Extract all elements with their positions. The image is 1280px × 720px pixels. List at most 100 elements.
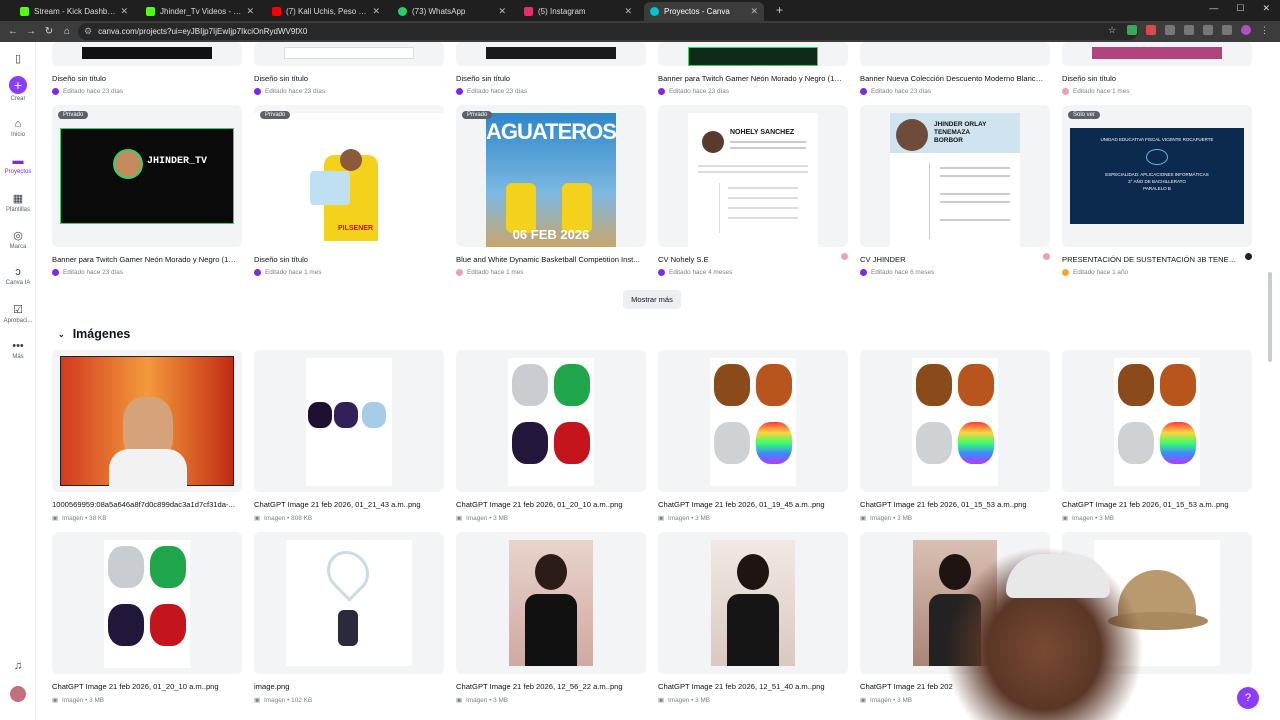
design-thumbnail[interactable] (860, 42, 1050, 66)
new-tab-button[interactable]: + (770, 2, 789, 21)
close-icon[interactable]: ✕ (498, 6, 506, 17)
browser-tab[interactable]: (5) Instagram ✕ (518, 2, 638, 21)
shared-icon (1043, 253, 1050, 260)
menu-icon[interactable]: ⋮ (1260, 25, 1270, 35)
image-thumbnail[interactable] (1062, 350, 1252, 492)
shared-icon (1245, 253, 1252, 260)
design-card[interactable]: Diseño sin título Editado hace 1 mes (1062, 42, 1252, 95)
design-thumbnail[interactable]: PILSENER Privado (254, 105, 444, 247)
image-card[interactable]: ChatGPT Image 21 feb 2026, 01_19_45 a.m.… (658, 350, 848, 522)
image-card[interactable]: ChatGPT Image 21 feb 2026, 12_56_22 a.m.… (456, 532, 646, 704)
image-card[interactable]: 1000569959:08a5a646a8f7d0c899dac3a1d7cf3… (52, 350, 242, 522)
image-card[interactable]: ChatGPT Image 21 feb 2026, 01_20_10 a.m.… (456, 350, 646, 522)
design-card[interactable]: Diseño sin título Editado hace 23 días (254, 42, 444, 95)
extension-icon[interactable] (1127, 25, 1137, 35)
close-icon[interactable]: ✕ (624, 6, 632, 17)
design-card[interactable]: Banner para Twitch Gamer Neón Morado y N… (658, 42, 848, 95)
sidebar-item-canva-ai[interactable]: ↄ Canva IA (0, 266, 36, 286)
home-icon[interactable]: ⌂ (58, 26, 76, 37)
image-thumbnail[interactable] (254, 532, 444, 674)
bell-icon: ♫ (13, 660, 23, 672)
design-thumbnail[interactable] (658, 42, 848, 66)
sidebar-item-home[interactable]: ⌂ Inicio (0, 118, 36, 138)
bookmark-icon[interactable]: ☆ (1108, 25, 1118, 35)
design-thumbnail[interactable] (456, 42, 646, 66)
browser-tab[interactable]: Jhinder_Tv Videos - Watch On✕ (140, 2, 260, 21)
help-button[interactable]: ? (1237, 687, 1259, 709)
sidebar-item-projects[interactable]: ▬ Proyectos (0, 155, 36, 175)
design-thumbnail[interactable] (52, 42, 242, 66)
team-icon (254, 88, 261, 95)
design-thumbnail[interactable]: JHINDER ORLAY TENEMAZA BORBOR (860, 105, 1050, 247)
image-card[interactable]: ChatGPT Image 21 feb 2026, 12_51_40 a.m.… (658, 532, 848, 704)
image-thumbnail[interactable] (658, 532, 848, 674)
extension-icon[interactable] (1203, 25, 1213, 35)
design-card[interactable]: Banner Nueva Colección Descuento Moderno… (860, 42, 1050, 95)
browser-tab-active[interactable]: Proyectos - Canva ✕ (644, 2, 764, 21)
profile-avatar[interactable] (1241, 25, 1251, 35)
sidebar-item-approvals[interactable]: ☑ Aprobaci... (0, 303, 36, 324)
image-card[interactable]: ChatGPT Image 21 feb 2026, 01_15_53 a.m.… (1062, 350, 1252, 522)
close-icon[interactable]: ✕ (372, 6, 380, 17)
sidebar-item-more[interactable]: ••• Más (0, 340, 36, 360)
browser-tab[interactable]: (7) Kali Uchis, Peso Pluma✕ (266, 2, 386, 21)
browser-tab[interactable]: (73) WhatsApp ✕ (392, 2, 512, 21)
image-thumbnail[interactable] (52, 350, 242, 492)
design-card[interactable]: PILSENER Privado Diseño sin título Edita… (254, 105, 444, 276)
close-icon[interactable]: ✕ (120, 6, 128, 17)
images-section-header[interactable]: ⌄ Imágenes (58, 327, 130, 341)
browser-tab[interactable]: Stream - Kick Dashboard ✕ (14, 2, 134, 21)
image-card[interactable]: ChatGPT Image 21 feb 2026, 01_15_53 a.m.… (860, 350, 1050, 522)
design-thumbnail[interactable]: NOHELY SANCHEZ (658, 105, 848, 247)
design-card[interactable]: JHINDER_TV Privado Banner para Twitch Ga… (52, 105, 242, 276)
close-icon[interactable]: ✕ (750, 6, 758, 17)
design-thumbnail[interactable]: JHINDER_TV Privado (52, 105, 242, 247)
maximize-icon[interactable]: ☐ (1236, 3, 1244, 14)
back-icon[interactable]: ← (4, 26, 22, 37)
scrollbar[interactable] (1268, 272, 1272, 362)
design-card[interactable]: Diseño sin título Editado hace 23 días (456, 42, 646, 95)
sidebar-item-brand[interactable]: ◎ Marca (0, 229, 36, 250)
shared-icon (841, 253, 848, 260)
site-info-icon[interactable]: ⚙ (84, 26, 92, 37)
webcam-overlay (944, 546, 1144, 720)
image-thumbnail[interactable] (456, 532, 646, 674)
show-more-button[interactable]: Mostrar más (623, 290, 681, 309)
extension-icon[interactable] (1184, 25, 1194, 35)
image-card[interactable]: ChatGPT Image 21 feb 2026, 01_21_43 a.m.… (254, 350, 444, 522)
sidebar-account[interactable] (0, 686, 36, 704)
image-thumbnail[interactable] (254, 350, 444, 492)
forward-icon[interactable]: → (22, 26, 40, 37)
design-thumbnail[interactable]: UNIDAD EDUCATIVA FISCAL VICENTE ROCAFUER… (1062, 105, 1252, 247)
image-thumbnail[interactable] (658, 350, 848, 492)
reload-icon[interactable]: ↻ (40, 26, 58, 37)
image-thumbnail[interactable] (860, 350, 1050, 492)
design-card[interactable]: NOHELY SANCHEZ CV Nohely S.E Editado hac… (658, 105, 848, 276)
image-card[interactable]: ChatGPT Image 21 feb 2026, 01_20_10 a.m.… (52, 532, 242, 704)
team-icon (860, 88, 867, 95)
sidebar-toggle[interactable]: ▯ (0, 52, 36, 67)
design-thumbnail[interactable]: AGUATEROS 06 FEB 2026 Privado (456, 105, 646, 247)
url-input[interactable]: ⚙ canva.com/projects?ui=eyJBIjp7IjEwIjp7… (78, 23, 1138, 40)
extension-icon[interactable] (1146, 25, 1156, 35)
avatar (113, 149, 143, 179)
design-thumbnail[interactable] (1062, 42, 1252, 66)
minimize-icon[interactable]: — (1209, 3, 1218, 14)
chevron-down-icon[interactable]: ⌄ (58, 330, 65, 339)
image-card[interactable]: image.png ▣ Imagen • 102 KB (254, 532, 444, 704)
design-card[interactable]: Diseño sin título Editado hace 23 días (52, 42, 242, 95)
sidebar-item-create[interactable]: + Crear (0, 76, 36, 102)
image-thumbnail[interactable] (52, 532, 242, 674)
close-icon[interactable]: ✕ (246, 6, 254, 17)
team-icon (658, 269, 665, 276)
close-window-icon[interactable]: ✕ (1262, 3, 1270, 14)
image-thumbnail[interactable] (456, 350, 646, 492)
extension-icon[interactable] (1165, 25, 1175, 35)
extension-icon[interactable] (1222, 25, 1232, 35)
design-card[interactable]: UNIDAD EDUCATIVA FISCAL VICENTE ROCAFUER… (1062, 105, 1252, 276)
sidebar-item-templates[interactable]: ▦ Plantillas (0, 192, 36, 213)
design-card[interactable]: AGUATEROS 06 FEB 2026 Privado Blue and W… (456, 105, 646, 276)
sidebar-notifications[interactable]: ♫ (0, 660, 36, 674)
design-thumbnail[interactable] (254, 42, 444, 66)
design-card[interactable]: JHINDER ORLAY TENEMAZA BORBOR CV JHINDER… (860, 105, 1050, 276)
